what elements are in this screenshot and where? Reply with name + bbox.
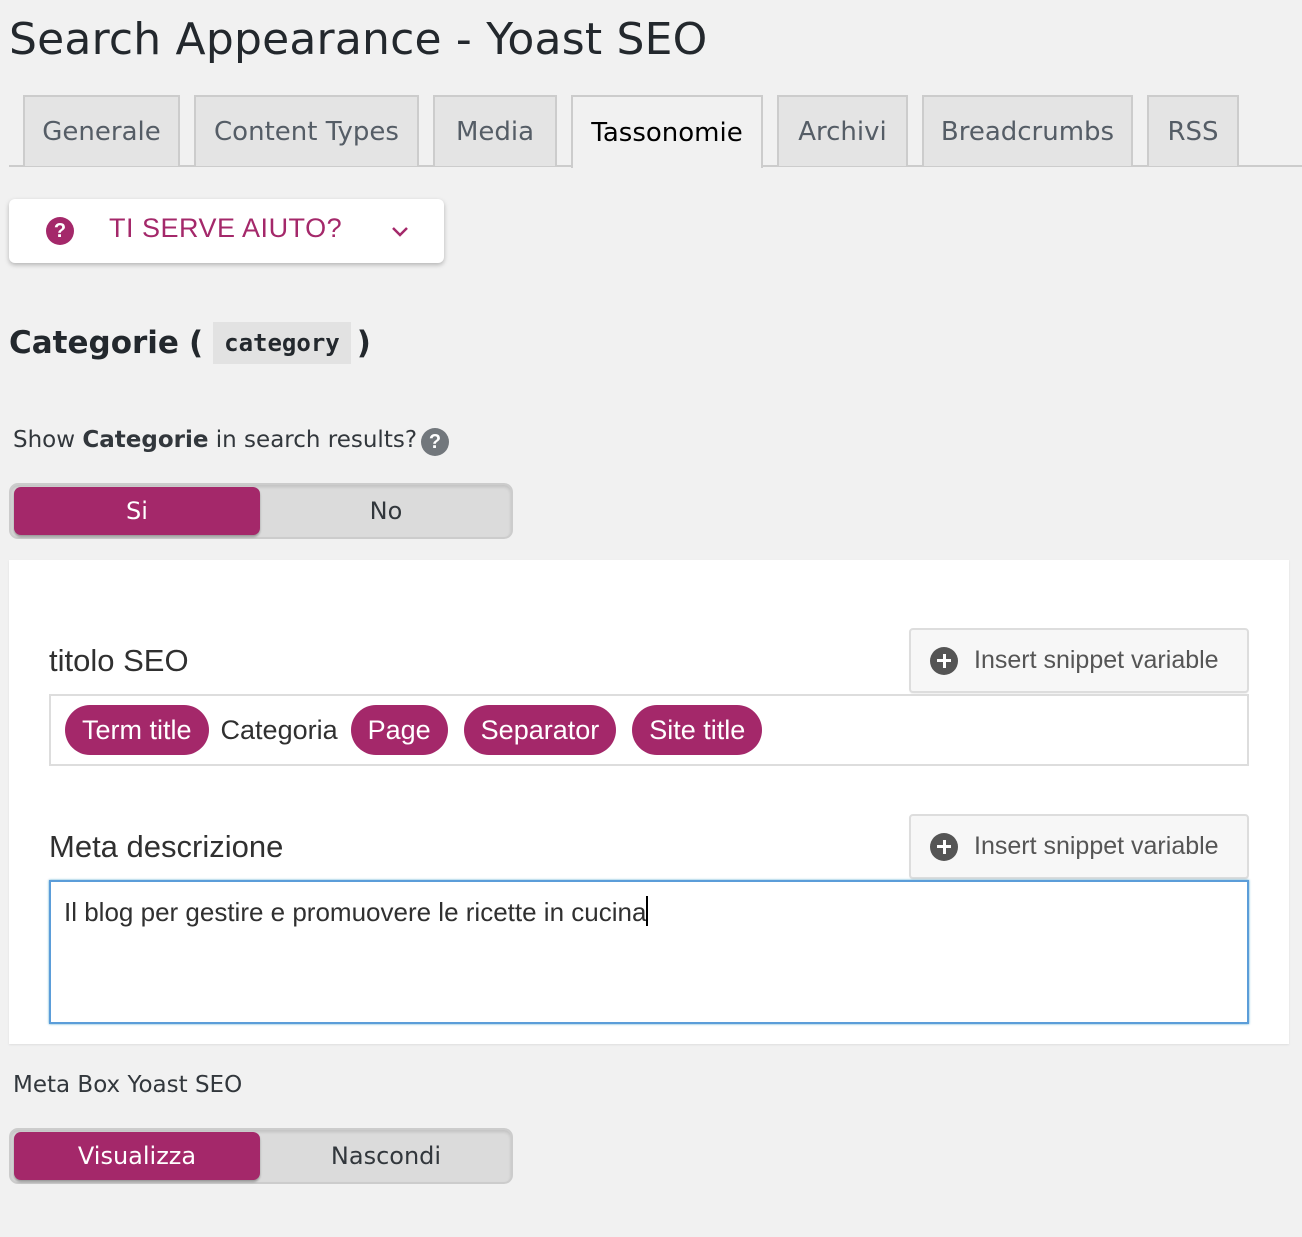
taxonomy-slug: category [213,322,351,364]
show-in-search-toggle: Si No [9,483,513,539]
show-in-search-label: Show Categorie in search results? [13,427,417,453]
snippet-variable-pill[interactable]: Term title [65,705,209,755]
meta-description-value: Il blog per gestire e promuovere le rice… [64,897,647,927]
plus-circle-icon [930,646,958,675]
snippet-variable-pill[interactable]: Separator [463,705,617,755]
seo-title-label: titolo SEO [49,643,189,678]
tab-bar: Generale Content Types Media Tassonomie … [9,95,1302,168]
show-in-search-suffix: in search results? [208,427,418,453]
insert-snippet-label: Insert snippet variable [974,646,1219,674]
section-open-paren: ( [188,325,204,361]
tab-breadcrumbs[interactable]: Breadcrumbs [922,95,1133,166]
help-toggle-button[interactable]: ? TI SERVE AIUTO? [9,199,444,263]
settings-panel: titolo SEO Insert snippet variable Term … [9,560,1289,1044]
toggle-option-visualizza[interactable]: Visualizza [14,1132,260,1180]
tab-rss[interactable]: RSS [1147,95,1239,166]
meta-description-label: Meta descrizione [49,829,284,864]
section-title-text: Categorie [9,325,179,361]
title-plain-text: Categoria [220,714,338,745]
show-in-search-bold: Categorie [82,427,209,453]
toggle-option-si[interactable]: Si [14,487,260,535]
toggle-option-nascondi[interactable]: Nascondi [263,1132,509,1180]
tab-archivi[interactable]: Archivi [777,95,908,166]
question-circle-icon: ? [46,217,74,245]
meta-box-label: Meta Box Yoast SEO [13,1072,243,1098]
snippet-variable-pill[interactable]: Site title [632,705,763,755]
section-close-paren: ) [356,325,371,361]
snippet-variable-pill[interactable]: Page [350,705,448,755]
insert-snippet-label: Insert snippet variable [974,832,1219,860]
show-in-search-prefix: Show [13,427,83,453]
plus-circle-icon [930,832,958,861]
seo-title-input[interactable]: Term title Categoria Page Separator Site… [49,694,1249,766]
insert-snippet-variable-button[interactable]: Insert snippet variable [909,814,1249,879]
help-icon[interactable]: ? [421,428,449,456]
tab-content-types[interactable]: Content Types [194,95,419,166]
page-title: Search Appearance - Yoast SEO [9,14,708,65]
tab-generale[interactable]: Generale [23,95,180,166]
meta-box-toggle: Visualizza Nascondi [9,1128,513,1184]
tab-tassonomie[interactable]: Tassonomie [571,95,763,168]
chevron-down-icon [392,227,408,237]
text-caret [646,896,649,926]
help-label: TI SERVE AIUTO? [109,213,343,243]
meta-description-input[interactable]: Il blog per gestire e promuovere le rice… [49,880,1249,1024]
insert-snippet-variable-button[interactable]: Insert snippet variable [909,628,1249,693]
toggle-option-no[interactable]: No [263,487,509,535]
tab-media[interactable]: Media [433,95,557,166]
section-title: Categorie ( category ) [9,322,371,364]
